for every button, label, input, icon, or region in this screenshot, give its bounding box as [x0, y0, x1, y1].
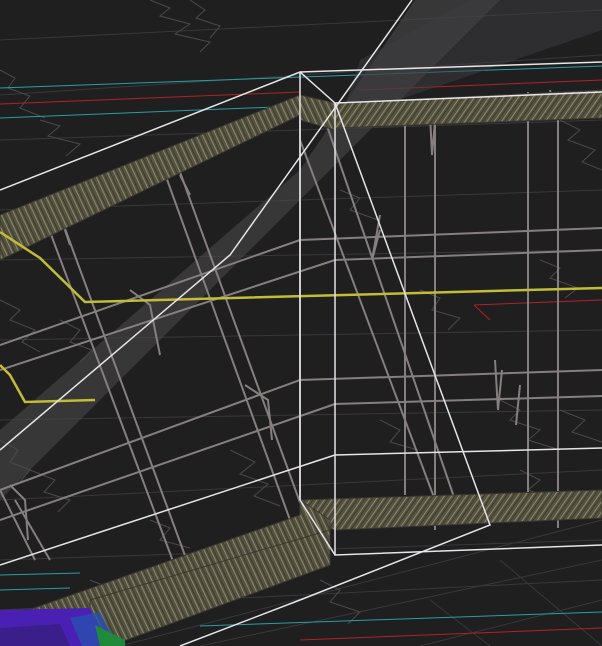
viewport-canvas[interactable]	[0, 0, 602, 646]
3d-model-viewport[interactable]	[0, 0, 602, 646]
